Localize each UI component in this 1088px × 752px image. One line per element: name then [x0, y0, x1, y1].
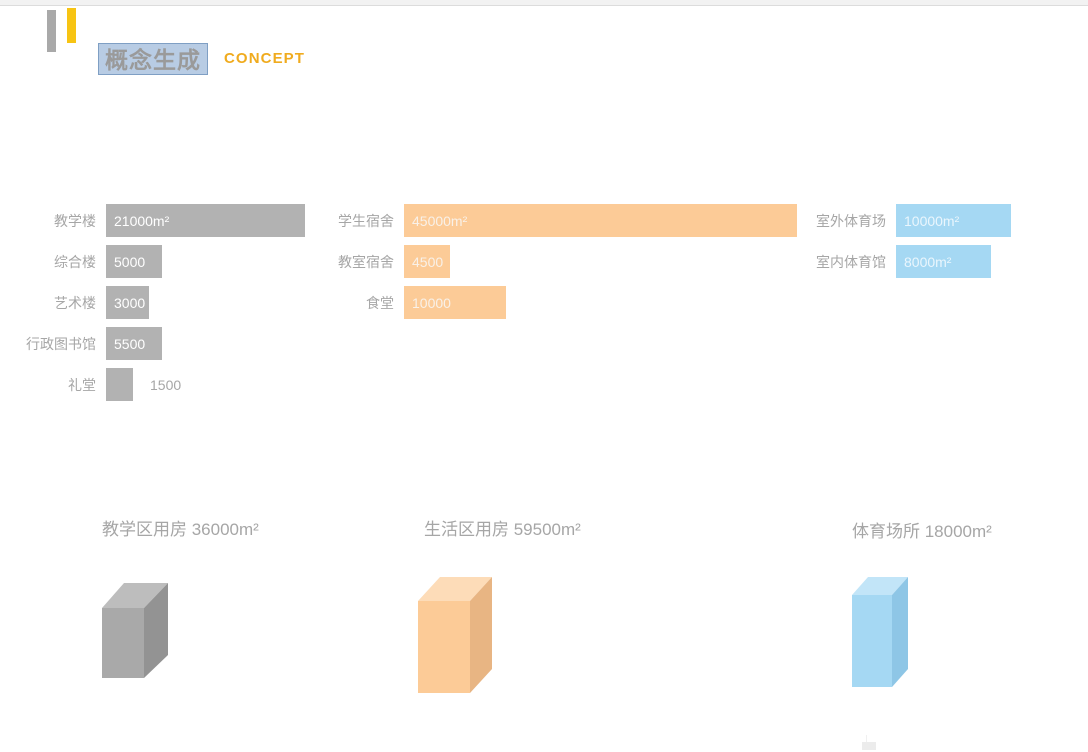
bar-fill[interactable]: 45000m² [404, 204, 797, 237]
bar-row[interactable]: 综合楼 5000 [0, 241, 305, 282]
bar-fill[interactable]: 5000 [106, 245, 162, 278]
bar-row[interactable]: 行政图书馆 5500 [0, 323, 305, 364]
bar-group-teaching: 教学楼 21000m² 综合楼 5000 艺术楼 3000 行政图书馆 5500 [0, 200, 305, 405]
bar-label: 综合楼 [54, 253, 96, 270]
cube-teaching[interactable] [102, 563, 184, 678]
cutoff-artifact-line [866, 735, 867, 742]
bar-wrap: 45000m² [404, 204, 797, 237]
bar-value: 5000 [114, 253, 146, 270]
accent-bar-gray [47, 10, 56, 52]
bar-row[interactable]: 学生宿舍 45000m² [298, 200, 797, 241]
bar-label: 艺术楼 [54, 294, 96, 311]
bar-fill[interactable]: 8000m² [896, 245, 991, 278]
bar-row[interactable]: 教学楼 21000m² [0, 200, 305, 241]
bar-row[interactable]: 室内体育馆 8000m² [790, 241, 1011, 282]
cube-living[interactable] [418, 563, 508, 693]
bar-row[interactable]: 室外体育场 10000m² [790, 200, 1011, 241]
page-title: 概念生成 [105, 46, 201, 73]
bar-fill[interactable]: 10000m² [896, 204, 1011, 237]
bar-label: 学生宿舍 [338, 212, 394, 229]
bar-wrap: 5000 [106, 245, 162, 278]
bar-fill[interactable] [106, 368, 133, 401]
bar-wrap: 1500 [106, 368, 181, 401]
bar-label: 教学楼 [54, 212, 96, 229]
bar-wrap: 10000m² [896, 204, 1011, 237]
bar-fill[interactable]: 5500 [106, 327, 162, 360]
bar-wrap: 21000m² [106, 204, 305, 237]
bar-label: 礼堂 [68, 376, 96, 393]
bar-group-sports: 室外体育场 10000m² 室内体育馆 8000m² [790, 200, 1011, 282]
bar-row[interactable]: 艺术楼 3000 [0, 282, 305, 323]
bar-label: 室外体育场 [816, 212, 886, 229]
volume-caption: 教学区用房 36000m² [102, 520, 259, 539]
bar-value: 1500 [150, 376, 182, 393]
cube-sports[interactable] [852, 565, 920, 687]
bar-value: 4500 [412, 253, 444, 270]
bar-label: 教室宿舍 [338, 253, 394, 270]
page-subtitle: CONCEPT [224, 50, 306, 67]
volume-caption: 生活区用房 59500m² [424, 520, 581, 539]
bar-value: 8000m² [904, 253, 952, 270]
bar-value: 45000m² [412, 212, 468, 229]
bar-wrap: 4500 [404, 245, 450, 278]
bar-label: 行政图书馆 [26, 335, 96, 352]
slide-header: 概念生成 CONCEPT [0, 0, 1088, 95]
bar-fill[interactable]: 3000 [106, 286, 149, 319]
accent-bar-yellow [67, 8, 76, 43]
bar-row[interactable]: 礼堂 1500 [0, 364, 305, 405]
bar-fill[interactable]: 10000 [404, 286, 506, 319]
bar-wrap: 3000 [106, 286, 149, 319]
bar-fill[interactable]: 21000m² [106, 204, 305, 237]
bar-value: 21000m² [114, 212, 170, 229]
bar-value: 5500 [114, 335, 146, 352]
bar-row[interactable]: 食堂 10000 [298, 282, 797, 323]
bar-label: 室内体育馆 [816, 253, 886, 270]
bar-value: 3000 [114, 294, 146, 311]
bar-value: 10000m² [904, 212, 960, 229]
bar-fill[interactable]: 4500 [404, 245, 450, 278]
cutoff-artifact [862, 742, 876, 750]
bar-wrap: 5500 [106, 327, 162, 360]
bar-group-living: 学生宿舍 45000m² 教室宿舍 4500 食堂 10000 [298, 200, 797, 323]
bar-wrap: 8000m² [896, 245, 991, 278]
bar-value: 10000 [412, 294, 451, 311]
bar-label: 食堂 [366, 294, 394, 311]
bar-wrap: 10000 [404, 286, 506, 319]
volume-caption: 体育场所 18000m² [852, 522, 992, 541]
bar-row[interactable]: 教室宿舍 4500 [298, 241, 797, 282]
page-title-selection-box[interactable]: 概念生成 [98, 43, 208, 75]
